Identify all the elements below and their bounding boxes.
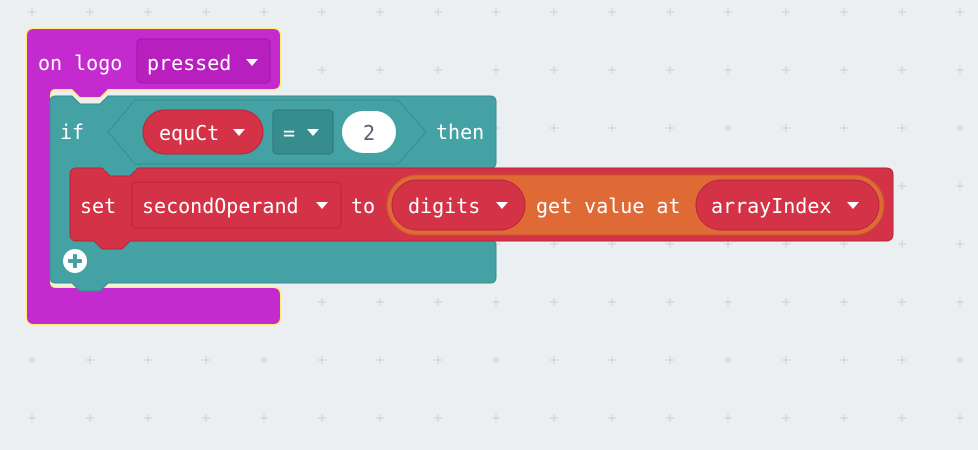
pressed-dropdown[interactable]: pressed [136,38,271,84]
equct-variable-reporter[interactable]: equCt [142,109,264,155]
then-label: then [436,120,484,144]
get-value-at-label: get value at [536,194,681,218]
set-label: set [80,194,116,218]
pressed-dropdown-value: pressed [147,51,231,75]
to-label: to [351,194,375,218]
block-canvas: on logo pressed if then equCt = 2 set se… [25,27,894,326]
plus-vertical-bar [73,254,77,268]
operator-dropdown[interactable]: = [272,109,334,155]
array-get-value-block[interactable]: digits get value at arrayIndex [386,174,885,236]
digits-variable-reporter[interactable]: digits [391,179,526,231]
on-logo-label: on logo [38,51,122,75]
if-label: if [60,120,84,144]
array-index-variable-reporter[interactable]: arrayIndex [695,179,880,231]
second-operand-value: secondOperand [142,194,299,218]
set-variable-block[interactable]: set secondOperand to digits get value at [69,167,894,250]
digits-label: digits [408,194,480,218]
number-input-value: 2 [363,121,375,145]
operator-value: = [283,121,295,145]
second-operand-dropdown[interactable]: secondOperand [131,181,342,229]
equct-label: equCt [159,121,219,145]
blocks-workspace[interactable]: on logo pressed if then equCt = 2 set se… [0,0,978,450]
number-input-2[interactable]: 2 [342,111,396,153]
comparison-block[interactable]: equCt = 2 [107,99,427,165]
array-index-label: arrayIndex [711,194,831,218]
add-else-button[interactable] [63,249,87,273]
operator-dropdown-background [272,109,334,155]
